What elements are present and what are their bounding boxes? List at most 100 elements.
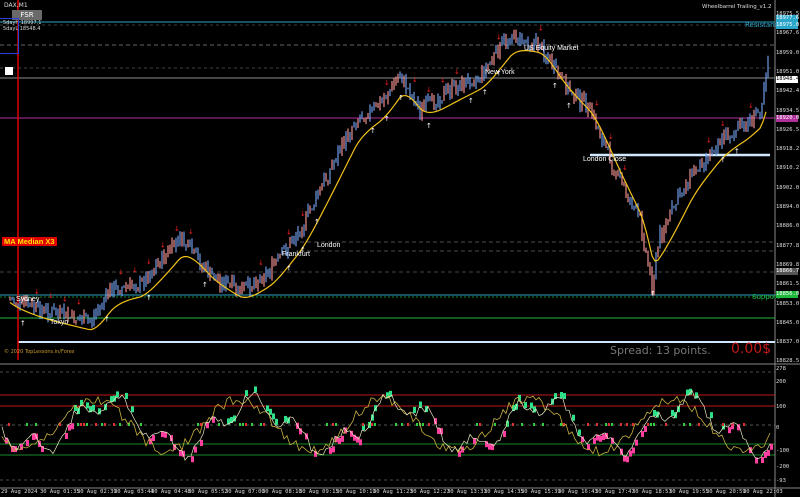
time-tick-label: 30 Aug 05:52 bbox=[188, 489, 228, 495]
price-tick-label: 18853.0 bbox=[776, 300, 800, 307]
oscillator-bar bbox=[524, 402, 527, 409]
time-tick-label: 30 Aug 15:39 bbox=[521, 489, 561, 495]
signal-dot bbox=[560, 423, 562, 426]
oscillator-bar bbox=[710, 412, 713, 419]
signal-dot bbox=[371, 423, 373, 426]
time-tick-label: 30 Aug 12:27 bbox=[410, 489, 450, 495]
time-tick-label: 30 Aug 14:35 bbox=[484, 489, 524, 495]
oscillator-bar bbox=[131, 406, 134, 413]
spread-label: Spread: 13 points. bbox=[610, 344, 711, 357]
buy-arrow: ↑ bbox=[482, 88, 488, 96]
oscillator-bar bbox=[503, 430, 506, 437]
sell-arrow: ↓ bbox=[286, 229, 292, 237]
time-tick-label: 30 Aug 09:15 bbox=[299, 489, 339, 495]
price-tick-label: 18828.5 bbox=[776, 358, 800, 365]
sell-arrow: ↓ bbox=[440, 77, 446, 85]
oscillator-bar bbox=[32, 433, 35, 440]
signal-dot bbox=[26, 423, 28, 426]
buy-arrow: ↑ bbox=[734, 148, 740, 156]
sell-arrow: ↓ bbox=[48, 292, 54, 300]
panel-toggle-button[interactable] bbox=[5, 67, 13, 75]
oscillator-bar bbox=[563, 393, 566, 400]
sell-arrow: ↓ bbox=[62, 295, 68, 303]
time-tick-label: 30 Aug 07:00 bbox=[225, 489, 265, 495]
price-tick-label: 18837.0 bbox=[776, 339, 800, 346]
chart-canvas[interactable]: ↑ ↓ ↓ ↓ ↓ ↑ ↓ ↓ ↓ ↑ ↓ ↓ ↓ ↑ ↓ ↓ ↑ ↓ ↑ ↑ ↑ ↓ ↑ ↑ ↓ ↓ ↑ ↓ ↓ ↑ ↑ ↓ ↑ ↓ ↑ ↑ ↓ ↓ ↓ ↑… bbox=[0, 0, 800, 497]
symbol-label: DAX,M1 bbox=[4, 2, 28, 9]
sell-arrow: ↓ bbox=[384, 79, 390, 87]
signal-dot bbox=[119, 423, 121, 426]
signal-dot bbox=[332, 423, 334, 426]
buy-arrow: ↑ bbox=[286, 265, 292, 273]
oscillator-bar bbox=[272, 413, 275, 420]
price-box-grey: 18866.7 bbox=[776, 268, 800, 275]
signal-dot bbox=[608, 423, 610, 426]
oscillator-bar bbox=[266, 405, 269, 412]
session-frankfurt: Frankfurt bbox=[282, 251, 311, 258]
time-tick-label: 30 Aug 01:35 bbox=[40, 489, 80, 495]
signal-dot bbox=[104, 423, 106, 426]
time-tick-label: 30 Aug 11:23 bbox=[373, 489, 413, 495]
signal-dot bbox=[476, 423, 478, 426]
time-tick-label: 30 Aug 17:47 bbox=[595, 489, 635, 495]
oscillator-bar bbox=[68, 424, 71, 431]
price-tick-label: 18877.8 bbox=[776, 242, 800, 249]
signal-dot bbox=[626, 423, 628, 426]
signal-dot bbox=[218, 423, 220, 426]
sell-arrow: ↓ bbox=[748, 102, 754, 110]
oscillator-bar bbox=[254, 386, 257, 393]
price-box-current: 18948.4 bbox=[776, 76, 800, 83]
signal-dot bbox=[587, 423, 589, 426]
signal-dot bbox=[698, 423, 700, 426]
price-tick-label: 18910.2 bbox=[776, 165, 800, 172]
oscillator-bar bbox=[110, 396, 113, 403]
buy-arrow: ↑ bbox=[650, 290, 656, 298]
sell-arrow: ↓ bbox=[258, 259, 264, 267]
price-tick-label: 18918.2 bbox=[776, 146, 800, 153]
time-tick-label: 30 Aug 19:55 bbox=[669, 489, 709, 495]
signal-dot bbox=[650, 423, 652, 426]
buy-arrow: ↑ bbox=[146, 294, 152, 302]
price-box-resistance: 18975.0 bbox=[776, 22, 800, 29]
price-tick-label: 18959.0 bbox=[776, 49, 800, 56]
oscillator-bar bbox=[338, 437, 341, 444]
signal-dot bbox=[521, 423, 523, 426]
ma-median-label: MA Median X3 bbox=[2, 237, 57, 246]
session-us-equity: US Equity Market bbox=[524, 45, 579, 52]
signal-dot bbox=[245, 423, 247, 426]
sell-arrow: ↓ bbox=[300, 210, 306, 218]
price-box-support: 18856.0 bbox=[776, 291, 800, 298]
signal-dot bbox=[374, 423, 376, 426]
signal-dot bbox=[605, 423, 607, 426]
signal-dot bbox=[722, 423, 724, 426]
buy-arrow: ↑ bbox=[104, 316, 110, 324]
oscillator-tick-label: -93 bbox=[776, 478, 786, 484]
oscillator-bar bbox=[341, 435, 344, 442]
sell-arrow: ↓ bbox=[146, 258, 152, 266]
signal-dot bbox=[260, 423, 262, 426]
oscillator-bar bbox=[770, 443, 773, 450]
buy-arrow: ↑ bbox=[384, 115, 390, 123]
signal-dot bbox=[596, 423, 598, 426]
signal-dot bbox=[86, 423, 88, 426]
signal-dot bbox=[533, 423, 535, 426]
session-london-close: London Close bbox=[583, 156, 627, 163]
time-tick-label: 30 Aug 03:44 bbox=[114, 489, 154, 495]
oscillator-bar bbox=[653, 410, 656, 417]
oscillator-bar bbox=[86, 402, 89, 409]
signal-dot bbox=[611, 423, 613, 426]
oscillator-bar bbox=[92, 404, 95, 411]
oscillator-bar bbox=[761, 456, 764, 463]
sell-arrow: ↓ bbox=[594, 100, 600, 108]
time-tick-label: 30 Aug 10:19 bbox=[336, 489, 376, 495]
signal-dot bbox=[335, 423, 337, 426]
oscillator-bar bbox=[359, 439, 362, 446]
oscillator-bar bbox=[71, 423, 74, 430]
oscillator-bar bbox=[626, 456, 629, 463]
sell-arrow: ↓ bbox=[454, 68, 460, 76]
signal-dot bbox=[8, 423, 10, 426]
panel-toggle-box[interactable] bbox=[0, 18, 19, 54]
oscillator-bar bbox=[194, 446, 197, 453]
signal-dot bbox=[200, 423, 202, 426]
buy-arrow: ↑ bbox=[314, 218, 320, 226]
